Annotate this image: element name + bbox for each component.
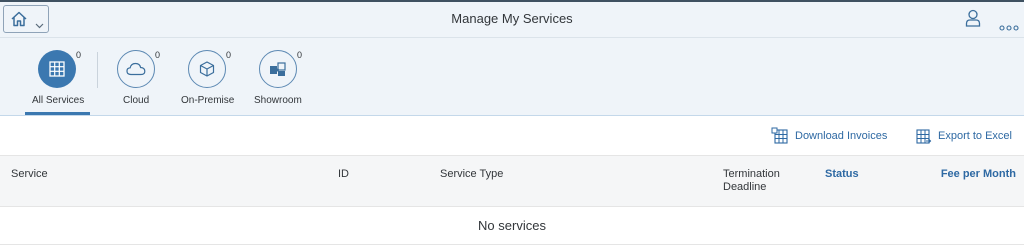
icon-tab-bar: 0 All Services 0 Cloud 0 On-Premise 0 Sh… <box>0 38 1024 116</box>
selected-tab-indicator <box>25 112 90 115</box>
tab-cloud[interactable]: 0 Cloud <box>108 38 168 115</box>
box-icon <box>199 61 215 77</box>
table-header-row: Service ID Service Type Termination Dead… <box>0 155 1024 207</box>
column-header-termination-deadline[interactable]: Termination Deadline <box>723 168 780 194</box>
column-header-id[interactable]: ID <box>338 168 349 181</box>
tab-label: On-Premise <box>181 95 235 106</box>
tab-on-premise[interactable]: 0 On-Premise <box>178 38 238 115</box>
grid-icon <box>49 61 65 77</box>
export-to-excel-label: Export to Excel <box>938 130 1012 142</box>
table-bottom-border <box>0 244 1024 245</box>
more-options-icon[interactable] <box>999 18 1019 36</box>
tab-label: All Services <box>32 95 85 106</box>
puzzle-icon <box>270 62 286 76</box>
tab-count: 0 <box>297 50 303 60</box>
column-header-fee-per-month[interactable]: Fee per Month <box>941 168 1016 181</box>
tab-icon-circle <box>188 50 226 88</box>
tab-count: 0 <box>155 50 161 60</box>
export-spreadsheet-icon <box>916 129 932 144</box>
tab-count: 0 <box>76 50 82 60</box>
column-header-status[interactable]: Status <box>825 168 859 181</box>
tab-icon-circle <box>38 50 76 88</box>
table-toolbar: Download Invoices Export to Excel <box>0 116 1024 154</box>
column-header-service-type[interactable]: Service Type <box>440 168 503 181</box>
download-invoices-button[interactable]: Download Invoices <box>771 127 887 145</box>
tab-separator <box>97 52 98 88</box>
page-title: Manage My Services <box>451 11 573 26</box>
tab-icon-circle <box>117 50 155 88</box>
no-data-message: No services <box>478 218 546 233</box>
column-header-termination-line1: Termination <box>723 168 780 180</box>
column-header-termination-line2: Deadline <box>723 181 767 193</box>
tab-icon-circle <box>259 50 297 88</box>
user-icon[interactable] <box>965 9 981 32</box>
download-invoices-label: Download Invoices <box>795 130 888 142</box>
column-header-service[interactable]: Service <box>11 168 48 181</box>
shell-bar: Manage My Services <box>0 2 1024 38</box>
tab-showroom[interactable]: 0 Showroom <box>250 38 310 115</box>
export-to-excel-button[interactable]: Export to Excel <box>914 127 1012 145</box>
spreadsheet-icon <box>771 127 788 144</box>
tab-all-services[interactable]: 0 All Services <box>25 38 91 115</box>
tab-label: Showroom <box>254 95 302 106</box>
tab-label: Cloud <box>123 95 150 106</box>
cloud-icon <box>126 62 146 76</box>
tab-count: 0 <box>226 50 232 60</box>
